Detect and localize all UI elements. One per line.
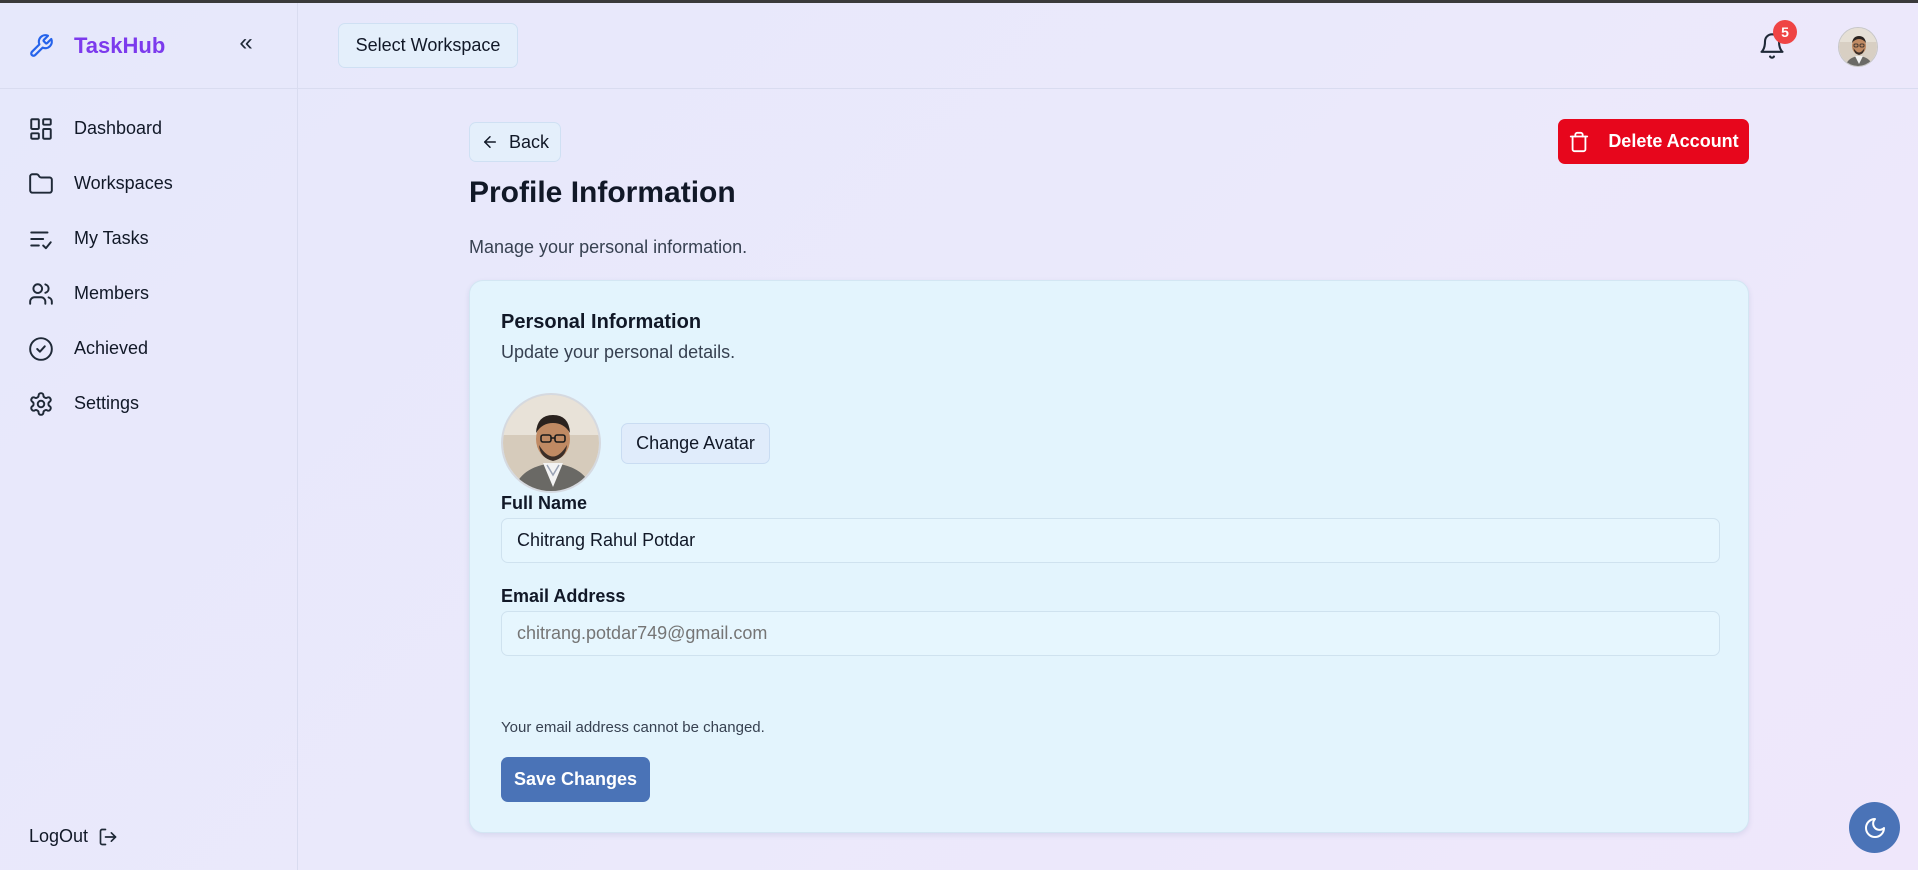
page-title: Profile Information — [469, 176, 736, 209]
list-check-icon — [30, 231, 52, 249]
dashboard-icon — [30, 117, 52, 140]
check-circle-icon — [29, 336, 53, 361]
sidebar-item-label: My Tasks — [74, 228, 149, 248]
full-name-input[interactable] — [501, 518, 1720, 563]
back-label: Back — [508, 131, 550, 152]
email-input — [501, 611, 1720, 656]
save-changes-button[interactable]: Save Changes — [501, 757, 650, 802]
user-avatar[interactable] — [1838, 27, 1878, 67]
sidebar-item-settings[interactable]: Settings — [0, 376, 297, 431]
sidebar-item-achieved[interactable]: Achieved — [0, 321, 297, 376]
logout-button[interactable]: LogOut — [29, 826, 118, 847]
email-label: Email Address — [501, 586, 626, 606]
sidebar-item-workspaces[interactable]: Workspaces — [0, 156, 297, 211]
personal-info-card: Personal Information Update your persona… — [469, 280, 1749, 833]
card-title: Personal Information — [501, 311, 702, 333]
full-name-label: Full Name — [501, 493, 588, 513]
logout-label: LogOut — [29, 826, 89, 846]
wrench-icon — [28, 33, 54, 59]
theme-toggle-button[interactable] — [1849, 802, 1900, 853]
sidebar-nav: Dashboard Workspaces My Tasks Members Ac… — [0, 101, 297, 431]
logout-icon — [99, 828, 117, 845]
sidebar-item-my-tasks[interactable]: My Tasks — [0, 211, 297, 266]
change-avatar-button[interactable]: Change Avatar — [621, 423, 770, 464]
collapse-sidebar-icon[interactable]: « — [236, 31, 256, 57]
top-header: Select Workspace 5 — [298, 3, 1918, 89]
sidebar: TaskHub « Dashboard Workspaces My Tasks — [0, 3, 298, 870]
app-name[interactable]: TaskHub — [74, 33, 165, 59]
trash-icon — [1570, 131, 1589, 152]
moon-icon — [1864, 817, 1885, 838]
sidebar-item-label: Settings — [74, 393, 140, 413]
page-subtitle: Manage your personal information. — [469, 237, 748, 257]
sidebar-item-label: Achieved — [74, 338, 149, 358]
users-icon — [29, 282, 53, 305]
sidebar-item-label: Workspaces — [74, 173, 173, 193]
sidebar-item-label: Dashboard — [74, 118, 163, 138]
select-workspace-button[interactable]: Select Workspace — [338, 23, 518, 68]
sidebar-item-dashboard[interactable]: Dashboard — [0, 101, 297, 156]
sidebar-item-members[interactable]: Members — [0, 266, 297, 321]
sidebar-header: TaskHub « — [0, 3, 297, 89]
gear-icon — [30, 391, 52, 416]
folder-icon — [29, 172, 53, 194]
back-button[interactable]: Back — [469, 122, 561, 162]
delete-account-button[interactable]: Delete Account — [1558, 119, 1749, 164]
card-subtitle: Update your personal details. — [501, 342, 736, 362]
profile-avatar — [501, 393, 601, 493]
email-hint: Your email address cannot be changed. — [501, 719, 765, 736]
delete-account-label: Delete Account — [1608, 131, 1739, 151]
notification-badge: 5 — [1773, 20, 1797, 44]
arrow-left-icon — [483, 136, 496, 148]
sidebar-item-label: Members — [74, 283, 150, 303]
